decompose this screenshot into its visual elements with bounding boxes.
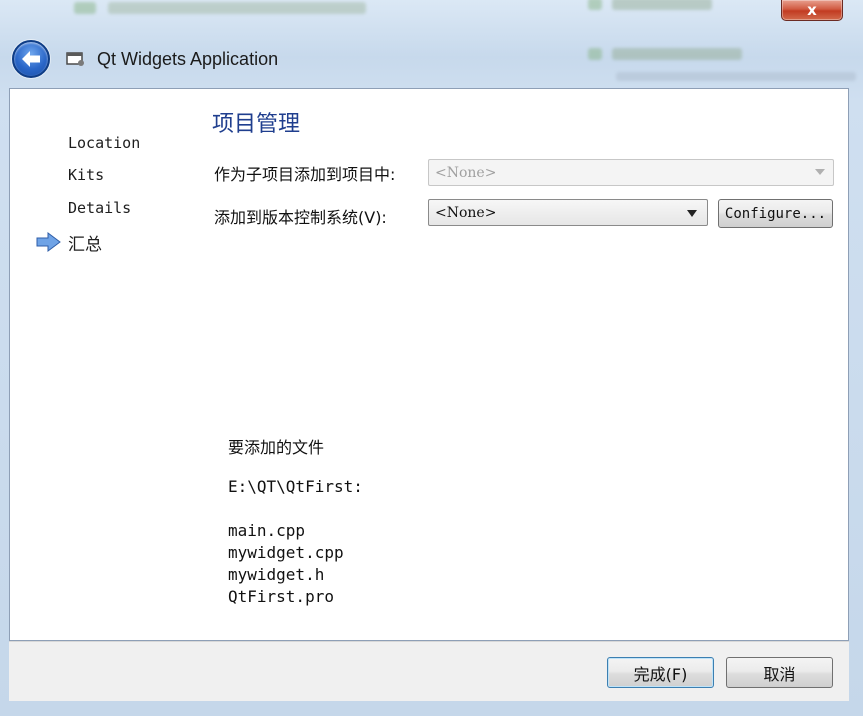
configure-button[interactable]: Configure... bbox=[718, 199, 833, 228]
application-window-icon bbox=[66, 52, 84, 66]
step-summary: 汇总 bbox=[68, 235, 102, 255]
file-item: main.cpp bbox=[228, 521, 306, 540]
step-kits: Kits bbox=[68, 166, 105, 184]
back-button[interactable] bbox=[12, 40, 50, 78]
button-bar bbox=[9, 641, 849, 701]
cancel-button[interactable]: 取消 bbox=[726, 657, 833, 688]
chevron-down-icon bbox=[687, 210, 697, 217]
finish-button[interactable]: 完成(F) bbox=[607, 657, 714, 688]
subproject-label: 作为子项目添加到项目中: bbox=[214, 165, 396, 184]
vcs-label: 添加到版本控制系统(V): bbox=[214, 208, 387, 227]
back-arrow-icon bbox=[22, 51, 40, 67]
wizard-title: Qt Widgets Application bbox=[97, 49, 279, 69]
step-location: Location bbox=[68, 134, 141, 152]
step-details: Details bbox=[68, 199, 132, 217]
close-button[interactable]: x bbox=[781, 0, 843, 21]
vcs-value: <None> bbox=[435, 204, 497, 221]
page-heading: 项目管理 bbox=[212, 112, 301, 137]
file-item: mywidget.cpp bbox=[228, 543, 344, 562]
current-step-arrow-icon bbox=[36, 232, 61, 252]
files-directory: E:\QT\QtFirst: bbox=[228, 477, 363, 496]
subproject-value: <None> bbox=[435, 164, 497, 181]
vcs-combo[interactable]: <None> bbox=[428, 199, 708, 226]
file-item: mywidget.h bbox=[228, 565, 325, 584]
chevron-down-icon bbox=[815, 169, 825, 175]
subproject-combo: <None> bbox=[428, 159, 834, 186]
file-item: QtFirst.pro bbox=[228, 587, 334, 606]
files-to-add-title: 要添加的文件 bbox=[228, 438, 325, 457]
close-icon: x bbox=[807, 1, 817, 19]
